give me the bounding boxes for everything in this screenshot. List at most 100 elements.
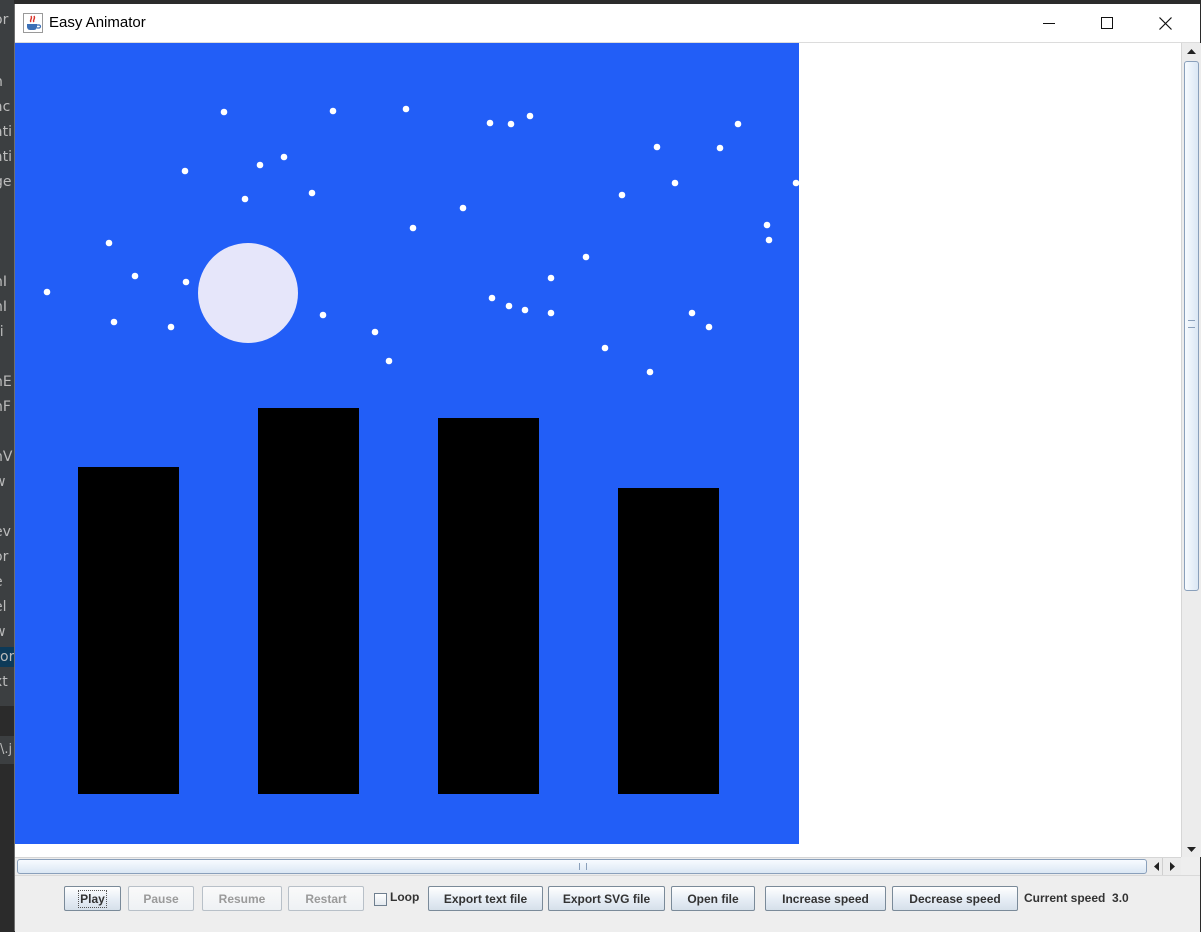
title-bar[interactable]: Easy Animator xyxy=(15,4,1200,43)
window-title: Easy Animator xyxy=(49,14,146,31)
animation-viewport[interactable] xyxy=(15,43,1181,857)
background-ide-text: e xyxy=(0,572,14,592)
star xyxy=(734,120,742,128)
background-ide-text: ati xyxy=(0,124,12,140)
star xyxy=(241,195,249,203)
play-button[interactable]: Play xyxy=(64,886,121,911)
restart-button-label: Restart xyxy=(305,891,347,906)
background-ide-text: nV xyxy=(0,449,13,465)
star xyxy=(167,323,175,331)
star xyxy=(385,357,393,365)
current-speed-readout: Current speed 3.0 xyxy=(1024,891,1129,905)
star xyxy=(705,323,713,331)
star xyxy=(181,167,189,175)
background-ide-text: w xyxy=(0,622,14,642)
increase-speed-label: Increase speed xyxy=(782,891,869,906)
horizontal-scroll-thumb[interactable] xyxy=(17,859,1147,874)
current-speed-label: Current speed xyxy=(1024,891,1106,905)
star xyxy=(409,224,417,232)
background-ide-text: or xyxy=(0,12,9,28)
background-ide-text: or xyxy=(0,549,9,565)
star xyxy=(402,105,410,113)
star xyxy=(507,120,515,128)
background-ide-tab: \.j xyxy=(0,736,14,764)
star xyxy=(521,306,529,314)
star xyxy=(653,143,661,151)
star xyxy=(618,191,626,199)
building xyxy=(78,467,179,794)
star xyxy=(671,179,679,187)
decrease-speed-button[interactable]: Decrease speed xyxy=(892,886,1018,911)
loop-checkbox[interactable] xyxy=(374,893,387,906)
star xyxy=(110,318,118,326)
star xyxy=(220,108,228,116)
star xyxy=(486,119,494,127)
star xyxy=(131,272,139,280)
background-ide-text: ge xyxy=(0,174,12,190)
background-ide-text: or xyxy=(0,647,14,667)
control-toolbar: Play Pause Resume Restart Loop Export te… xyxy=(15,875,1200,932)
background-ide-text: nI xyxy=(0,274,8,290)
scroll-up-arrow-icon[interactable] xyxy=(1182,43,1201,59)
scroll-right-arrow-icon[interactable] xyxy=(1162,858,1181,875)
star xyxy=(688,309,696,317)
minimize-icon xyxy=(1043,23,1055,24)
restart-button[interactable]: Restart xyxy=(288,886,364,911)
horizontal-scrollbar[interactable] xyxy=(15,857,1181,875)
building xyxy=(258,408,359,794)
star xyxy=(319,311,327,319)
background-ide-text: nE xyxy=(0,374,12,390)
loop-label[interactable]: Loop xyxy=(390,890,419,904)
maximize-icon xyxy=(1101,17,1113,29)
current-speed-value: 3.0 xyxy=(1112,891,1129,905)
pause-button-label: Pause xyxy=(143,891,179,906)
star xyxy=(646,368,654,376)
star xyxy=(716,144,724,152)
resume-button[interactable]: Resume xyxy=(202,886,282,911)
grip-icon xyxy=(1188,320,1195,328)
background-ide-text: ac xyxy=(0,99,11,115)
star xyxy=(582,253,590,261)
animation-canvas xyxy=(15,43,800,844)
java-cup-icon xyxy=(23,13,43,33)
maximize-button[interactable] xyxy=(1078,4,1136,42)
increase-speed-button[interactable]: Increase speed xyxy=(765,886,886,911)
star xyxy=(763,221,771,229)
star xyxy=(601,344,609,352)
moon xyxy=(198,243,298,343)
grip-icon xyxy=(579,863,587,870)
background-ide-text: ev xyxy=(0,524,11,540)
background-ide-text: w xyxy=(0,472,14,492)
star xyxy=(526,112,534,120)
star xyxy=(765,236,773,244)
close-button[interactable] xyxy=(1136,4,1194,42)
star xyxy=(371,328,379,336)
minimize-button[interactable] xyxy=(1020,4,1078,42)
play-button-label: Play xyxy=(78,889,107,908)
open-file-label: Open file xyxy=(687,891,739,906)
star xyxy=(547,274,555,282)
star xyxy=(329,107,337,115)
pause-button[interactable]: Pause xyxy=(128,886,194,911)
vertical-scrollbar[interactable] xyxy=(1181,43,1201,857)
close-icon xyxy=(1158,16,1172,30)
resume-button-label: Resume xyxy=(218,891,266,906)
background-ide-text: nF xyxy=(0,399,11,415)
scroll-down-arrow-icon[interactable] xyxy=(1182,841,1201,857)
star xyxy=(43,288,51,296)
star xyxy=(459,204,467,212)
background-ide-text: n xyxy=(0,72,14,92)
background-ide-text: nI xyxy=(0,299,8,315)
star xyxy=(792,179,800,187)
building xyxy=(618,488,719,794)
background-ide-text: el xyxy=(0,599,7,615)
export-text-label: Export text file xyxy=(443,891,528,906)
open-file-button[interactable]: Open file xyxy=(671,886,755,911)
vertical-scroll-thumb[interactable] xyxy=(1184,61,1199,591)
export-svg-button[interactable]: Export SVG file xyxy=(548,886,665,911)
export-text-button[interactable]: Export text file xyxy=(428,886,543,911)
star xyxy=(505,302,513,310)
easy-animator-window: Easy Animator Play Pause Resume Restart … xyxy=(14,4,1201,932)
star xyxy=(308,189,316,197)
star xyxy=(182,278,190,286)
